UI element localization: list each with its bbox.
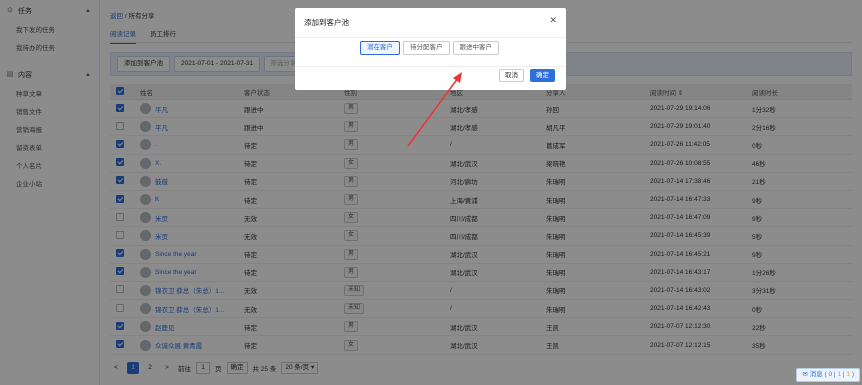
messages-count-3: 1 [846, 371, 851, 378]
messages-paren-close: ) [851, 371, 854, 378]
messages-count-1: 0 [828, 371, 833, 378]
dialog-title: 添加到客户池 [304, 18, 349, 27]
messages-divider-1: | [833, 371, 836, 378]
messages-paren-open: ( [824, 371, 827, 378]
pool-type-selector: 潜在客户 待分配客户 跟进中客户 [360, 41, 499, 55]
option-following-up[interactable]: 跟进中客户 [452, 41, 499, 55]
chat-icon: ✉ [802, 371, 808, 378]
dialog-footer-divider [295, 66, 566, 67]
messages-divider-2: | [842, 371, 845, 378]
dialog-divider [295, 37, 566, 38]
messages-badge[interactable]: ✉ 消息 ( 0 | 1 | 1 ) [796, 368, 860, 382]
option-pending-assignment[interactable]: 待分配客户 [403, 41, 450, 55]
close-icon[interactable]: ✕ [549, 15, 557, 26]
confirm-button[interactable]: 确定 [530, 69, 555, 82]
add-to-pool-dialog: 添加到客户池 ✕ 潜在客户 待分配客户 跟进中客户 取消 确定 [295, 8, 566, 90]
messages-count-2: 1 [837, 371, 842, 378]
option-potential-customer[interactable]: 潜在客户 [360, 41, 400, 55]
messages-label: 消息 [809, 371, 823, 378]
cancel-button[interactable]: 取消 [499, 69, 524, 82]
